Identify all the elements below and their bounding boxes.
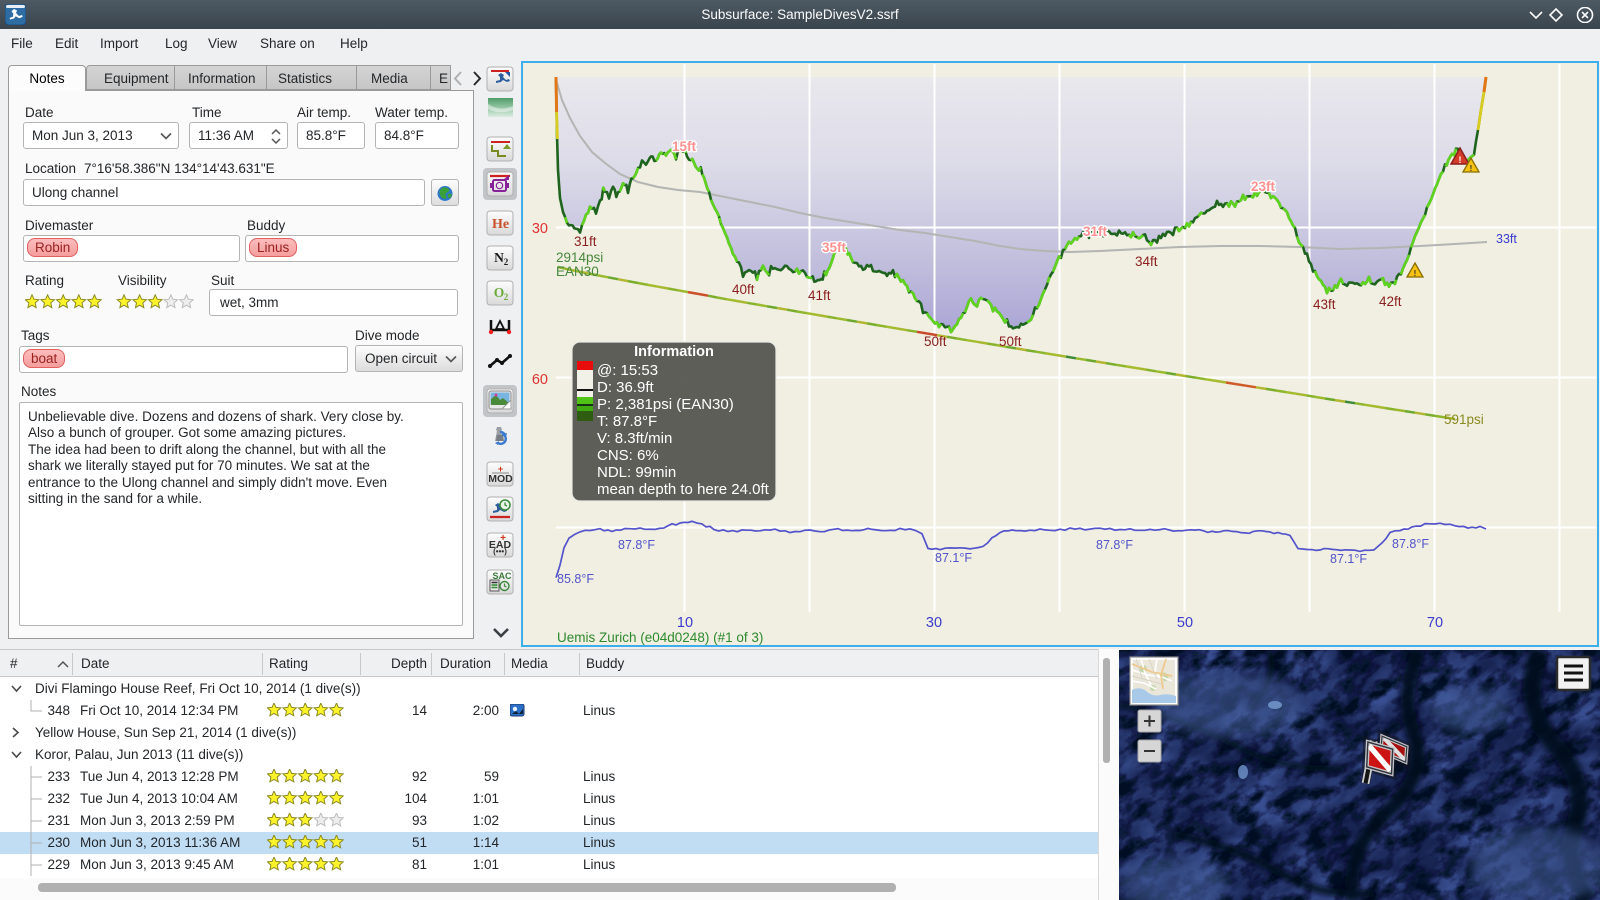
svg-text:85.8°F: 85.8°F [557, 572, 594, 586]
svg-text:!: ! [1459, 155, 1462, 165]
svg-text:41ft: 41ft [808, 288, 831, 303]
svg-text:31ft: 31ft [1083, 224, 1108, 239]
svg-text:33ft: 33ft [1496, 232, 1517, 246]
svg-text:50ft: 50ft [999, 334, 1022, 349]
svg-text:23ft: 23ft [1251, 179, 1276, 194]
svg-text:T: 87.8°F: T: 87.8°F [597, 413, 657, 430]
svg-text:Uemis Zurich (e04d0248) (#1 of: Uemis Zurich (e04d0248) (#1 of 3) [557, 630, 763, 645]
svg-text:87.8°F: 87.8°F [1392, 537, 1429, 551]
svg-text:NDL: 99min: NDL: 99min [597, 464, 676, 481]
svg-text:35ft: 35ft [822, 240, 847, 255]
svg-text:2: 2 [504, 257, 509, 267]
svg-text:(•••): (•••) [493, 547, 507, 556]
svg-text:40ft: 40ft [732, 282, 755, 297]
svg-text:30: 30 [926, 615, 942, 631]
svg-text:P: 2,381psi (EAN30): P: 2,381psi (EAN30) [597, 396, 734, 413]
svg-text:N: N [494, 250, 504, 265]
svg-text:MOD: MOD [488, 473, 513, 485]
svg-text:2: 2 [504, 292, 509, 302]
svg-text:V: 8.3ft/min: V: 8.3ft/min [597, 430, 672, 447]
svg-text:31ft: 31ft [574, 234, 597, 249]
svg-text:!: ! [1414, 269, 1417, 278]
svg-text:@: 15:53: @: 15:53 [597, 362, 658, 379]
svg-text:87.1°F: 87.1°F [1330, 552, 1367, 566]
svg-text:15ft: 15ft [672, 139, 697, 154]
svg-text:42ft: 42ft [1379, 294, 1402, 309]
svg-text:Information: Information [634, 344, 714, 360]
svg-text:CNS: 6%: CNS: 6% [597, 447, 659, 464]
svg-text:87.8°F: 87.8°F [618, 538, 655, 552]
svg-text:O: O [494, 285, 505, 300]
svg-text:87.1°F: 87.1°F [935, 551, 972, 565]
svg-text:43ft: 43ft [1313, 297, 1336, 312]
svg-text:10: 10 [677, 615, 693, 631]
svg-text:!: ! [1470, 164, 1473, 173]
svg-text:87.8°F: 87.8°F [1096, 538, 1133, 552]
svg-text:50ft: 50ft [924, 334, 947, 349]
svg-text:2914psi: 2914psi [556, 250, 603, 265]
svg-text:70: 70 [1427, 615, 1443, 631]
svg-text:50: 50 [1177, 615, 1193, 631]
svg-text:He: He [492, 217, 509, 232]
svg-text:30: 30 [532, 221, 548, 237]
svg-text:D: 36.9ft: D: 36.9ft [597, 379, 655, 396]
svg-text:mean depth to here 24.0ft: mean depth to here 24.0ft [597, 481, 770, 498]
svg-text:EAN30: EAN30 [556, 264, 599, 279]
svg-text:591psi: 591psi [1444, 412, 1484, 427]
svg-text:60: 60 [532, 372, 548, 388]
svg-text:34ft: 34ft [1135, 254, 1158, 269]
